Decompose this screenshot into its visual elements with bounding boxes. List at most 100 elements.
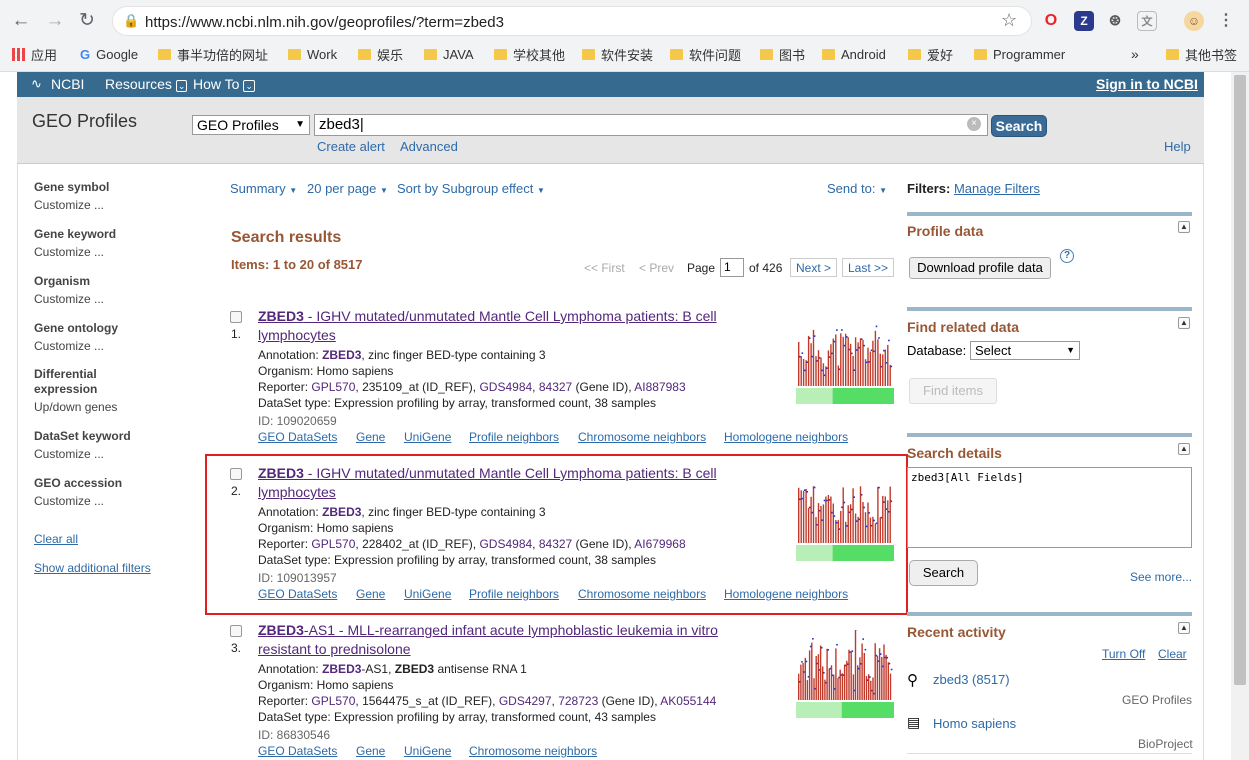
clear-recent-link[interactable]: Clear [1158, 647, 1187, 661]
result-link[interactable]: Gene [356, 744, 385, 758]
bookmark-item[interactable]: Android [822, 45, 886, 63]
facet-updown-genes[interactable]: Up/down genes [34, 400, 117, 414]
gene-id-link[interactable]: 728723 [558, 694, 598, 708]
result-checkbox[interactable] [230, 625, 242, 637]
help-icon[interactable]: ? [1060, 249, 1074, 263]
summary-menu[interactable]: Summary ▼ [230, 181, 297, 196]
annotation-gene-link[interactable]: ZBED3 [322, 662, 361, 676]
accession-link[interactable]: AI887983 [634, 380, 685, 394]
bookmark-item[interactable]: Work [288, 45, 337, 63]
result-link[interactable]: Profile neighbors [469, 430, 559, 444]
collapse-icon[interactable]: ▲ [1178, 317, 1190, 329]
gds-link[interactable]: GDS4297 [499, 694, 552, 708]
address-bar[interactable]: 🔒 https://www.ncbi.nlm.nih.gov/geoprofil… [112, 6, 1032, 36]
facet-differential[interactable]: Differential [34, 367, 97, 381]
bookmark-item[interactable]: 事半功倍的网址 [158, 45, 268, 63]
facet-geo-accession[interactable]: GEO accession [34, 476, 122, 490]
facet-customize[interactable]: Customize ... [34, 447, 104, 461]
result-title-link[interactable]: ZBED3 - IGHV mutated/unmutated Mantle Ce… [258, 307, 758, 345]
result-link[interactable]: Chromosome neighbors [469, 744, 597, 758]
collapse-icon[interactable]: ▲ [1178, 443, 1190, 455]
translate-icon[interactable]: 文 [1137, 11, 1157, 31]
facet-dataset-keyword[interactable]: DataSet keyword [34, 429, 131, 443]
facet-customize[interactable]: Customize ... [34, 198, 104, 212]
gene-id-link[interactable]: 84327 [539, 380, 572, 394]
facet-customize[interactable]: Customize ... [34, 292, 104, 306]
result-checkbox[interactable] [230, 311, 242, 323]
sign-in-link[interactable]: Sign in to NCBI [1096, 76, 1198, 92]
see-more-link[interactable]: See more... [1130, 570, 1192, 584]
turn-off-link[interactable]: Turn Off [1102, 647, 1145, 661]
zotero-icon[interactable]: Z [1074, 11, 1094, 31]
clear-all-link[interactable]: Clear all [34, 532, 78, 546]
bookmark-item[interactable]: 学校其他 [494, 45, 565, 63]
sync-icon[interactable]: ⊛ [1105, 11, 1125, 31]
manage-filters-link[interactable]: Manage Filters [954, 181, 1040, 196]
bookmark-item[interactable]: Programmer [974, 45, 1065, 63]
result-link[interactable]: Chromosome neighbors [578, 430, 706, 444]
more-bookmarks-button[interactable]: » [1131, 45, 1139, 63]
database-dropdown[interactable]: Select ▼ [970, 341, 1080, 360]
facet-gene-keyword[interactable]: Gene keyword [34, 227, 116, 241]
search-input[interactable]: zbed3| × [314, 114, 988, 136]
bookmark-item[interactable]: 爱好 [908, 45, 953, 63]
details-search-button[interactable]: Search [909, 560, 978, 586]
result-link[interactable]: UniGene [404, 430, 451, 444]
bookmark-item[interactable]: 其他书签 [1166, 45, 1237, 63]
bookmark-item[interactable]: 软件问题 [670, 45, 741, 63]
forward-icon[interactable]: → [44, 10, 66, 32]
result-link[interactable]: GEO DataSets [258, 744, 337, 758]
show-filters-link[interactable]: Show additional filters [34, 561, 151, 575]
platform-link[interactable]: GPL570 [311, 694, 355, 708]
sort-menu[interactable]: Sort by Subgroup effect ▼ [397, 181, 545, 196]
back-icon[interactable]: ← [10, 10, 32, 32]
menu-icon[interactable]: ⋮ [1216, 11, 1236, 31]
facet-customize[interactable]: Customize ... [34, 339, 104, 353]
collapse-icon[interactable]: ▲ [1178, 221, 1190, 233]
star-icon[interactable]: ☆ [1001, 10, 1017, 31]
recent-item-query[interactable]: zbed3 (8517) [933, 672, 1010, 687]
howto-menu[interactable]: How To ⌄ [193, 76, 255, 92]
result-link[interactable]: Homologene neighbors [724, 430, 848, 444]
facet-gene-symbol[interactable]: Gene symbol [34, 180, 109, 194]
clear-input-icon[interactable]: × [967, 117, 981, 131]
reload-icon[interactable]: ↻ [76, 10, 98, 32]
bookmark-item[interactable]: JAVA [424, 45, 474, 63]
create-alert-link[interactable]: Create alert [317, 139, 385, 154]
next-page-link[interactable]: Next > [790, 258, 838, 277]
bookmark-item[interactable]: G Google [80, 45, 138, 63]
profile-thumbnail[interactable] [796, 316, 894, 404]
gds-link[interactable]: GDS4984 [479, 380, 532, 394]
resources-menu[interactable]: Resources ⌄ [105, 76, 188, 92]
result-title-link[interactable]: ZBED3-AS1 - MLL-rearranged infant acute … [258, 621, 758, 659]
facet-expression[interactable]: expression [34, 382, 97, 396]
first-page-link[interactable]: << First [584, 261, 625, 275]
download-profile-button[interactable]: Download profile data [909, 257, 1051, 279]
scrollbar-thumb[interactable] [1234, 75, 1246, 685]
platform-link[interactable]: GPL570 [311, 380, 355, 394]
result-link[interactable]: GEO DataSets [258, 430, 337, 444]
facet-customize[interactable]: Customize ... [34, 494, 104, 508]
result-link[interactable]: Gene [356, 430, 385, 444]
per-page-menu[interactable]: 20 per page ▼ [307, 181, 388, 196]
database-select[interactable]: GEO Profiles ▼ [192, 115, 310, 135]
search-details-textarea[interactable]: zbed3[All Fields] [907, 467, 1192, 548]
opera-icon[interactable]: O [1041, 11, 1061, 31]
ncbi-logo[interactable]: NCBI [51, 76, 84, 92]
bookmark-item[interactable]: 应用 [12, 45, 57, 63]
recent-item-query[interactable]: Homo sapiens [933, 716, 1016, 731]
find-items-button[interactable]: Find items [909, 378, 997, 404]
avatar[interactable]: ☺ [1184, 11, 1204, 31]
profile-thumbnail[interactable] [796, 630, 894, 718]
prev-page-link[interactable]: < Prev [639, 261, 674, 275]
bookmark-item[interactable]: 娱乐 [358, 45, 403, 63]
collapse-icon[interactable]: ▲ [1178, 622, 1190, 634]
bookmark-item[interactable]: 软件安装 [582, 45, 653, 63]
facet-gene-ontology[interactable]: Gene ontology [34, 321, 118, 335]
last-page-link[interactable]: Last >> [842, 258, 895, 277]
advanced-link[interactable]: Advanced [400, 139, 458, 154]
facet-customize[interactable]: Customize ... [34, 245, 104, 259]
facet-organism[interactable]: Organism [34, 274, 90, 288]
search-button[interactable]: Search [991, 115, 1047, 137]
bookmark-item[interactable]: 图书 [760, 45, 805, 63]
